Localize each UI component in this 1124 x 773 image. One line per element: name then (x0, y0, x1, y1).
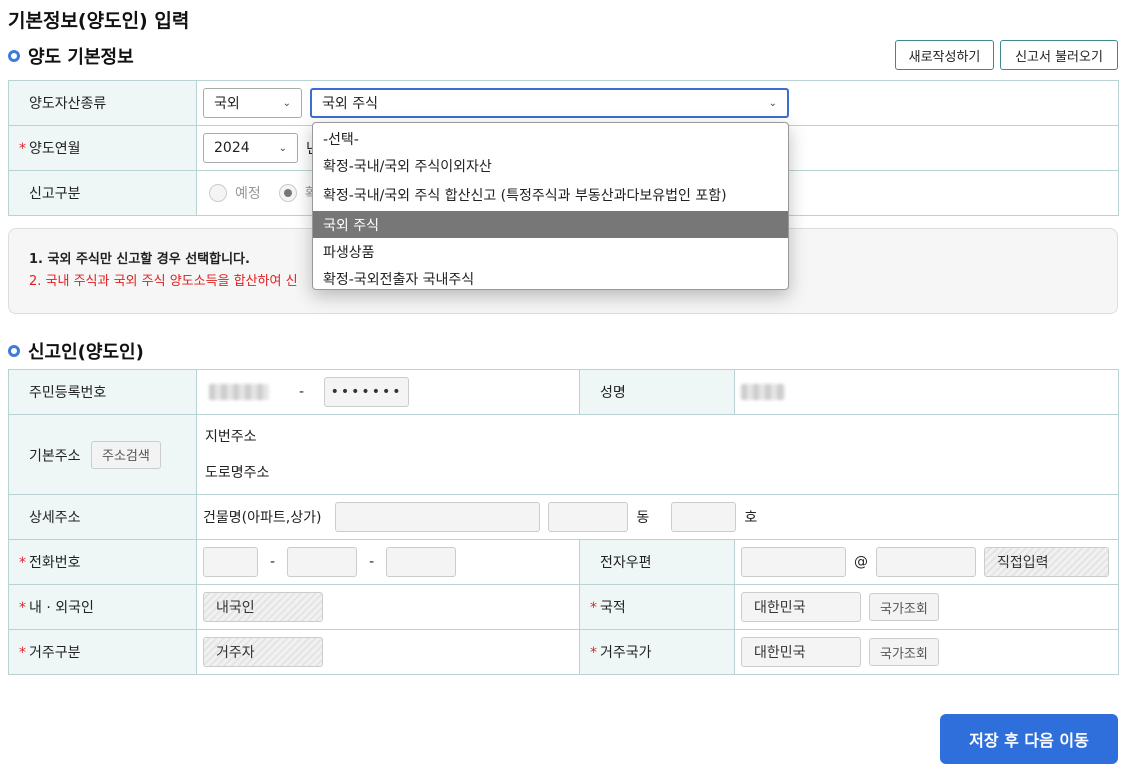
chevron-down-icon: ⌄ (278, 142, 287, 154)
required-mark: * (590, 645, 597, 661)
email-at: @ (854, 554, 868, 570)
nationality-field: 대한민국 (741, 592, 861, 622)
transfer-date-label-text: 양도연월 (29, 141, 81, 157)
ho-input[interactable] (671, 502, 737, 532)
phone-dash: - (369, 554, 375, 570)
dropdown-option[interactable]: 확정-국내/국외 주식이외자산 (313, 152, 788, 179)
section-title-reporter: 신고인(양도인) (8, 338, 144, 364)
required-mark: * (19, 555, 26, 571)
asset-scope-select[interactable]: 국외 ⌄ (203, 88, 302, 118)
nationality-type-label-text: 내 · 외국인 (29, 600, 94, 616)
residence-country-label-text: 거주국가 (600, 645, 652, 661)
name-blurred (741, 384, 785, 400)
nationality-label: * 국적 (579, 584, 735, 630)
email-domain-input[interactable] (876, 547, 976, 577)
residence-country-field: 대한민국 (741, 637, 861, 667)
dropdown-option[interactable]: -선택- (313, 125, 788, 152)
required-mark: * (590, 600, 597, 616)
report-type-label: 신고구분 (8, 170, 197, 216)
year-select[interactable]: 2024 ⌄ (203, 133, 298, 163)
nationality-label-text: 국적 (600, 600, 626, 616)
section-title-text: 양도 기본정보 (28, 47, 134, 68)
phone-dash: - (270, 554, 276, 570)
country-lookup-button[interactable]: 국가조회 (869, 638, 939, 666)
radio-checked-icon (278, 184, 297, 202)
dropdown-option[interactable]: 확정-국내/국외 주식 합산신고 (특정주식과 부동산과다보유법인 포함) (313, 179, 788, 211)
email-domain-select[interactable]: 직접입력 (984, 547, 1109, 577)
radio-preliminary-label: 예정 (235, 186, 261, 202)
rrn-back-masked: ••••••• (324, 377, 410, 407)
asset-type-label: 양도자산종류 (8, 80, 197, 126)
year-value: 2024 (214, 140, 250, 156)
dropdown-option[interactable]: 파생상품 (313, 238, 788, 265)
load-report-button[interactable]: 신고서 불러오기 (1000, 40, 1118, 70)
detail-address-label: 상세주소 (8, 494, 197, 540)
phone-label-text: 전화번호 (29, 555, 81, 571)
rrn-label: 주민등록번호 (8, 369, 197, 415)
road-address-label: 도로명주소 (205, 464, 270, 481)
required-mark: * (19, 141, 26, 157)
asset-kind-select[interactable]: 국외 주식 ⌄ (310, 88, 789, 118)
phone-label: * 전화번호 (8, 539, 197, 585)
notice-line-2-start: 2. 국내 주식과 국외 주식 양도소득을 합산하여 신 (29, 274, 298, 289)
country-lookup-button[interactable]: 국가조회 (869, 593, 939, 621)
phone-part1-input[interactable] (203, 547, 258, 577)
circle-bullet-icon (8, 345, 20, 357)
building-label: 건물명(아파트,상가) (203, 510, 322, 526)
residence-country-label: * 거주국가 (579, 629, 735, 675)
address-search-button[interactable]: 주소검색 (90, 440, 161, 469)
phone-part2-input[interactable] (287, 547, 358, 577)
required-mark: * (19, 600, 26, 616)
lot-address-label: 지번주소 (205, 428, 257, 445)
residence-type-label-text: 거주구분 (29, 645, 81, 661)
required-mark: * (19, 645, 26, 661)
dropdown-option-selected[interactable]: 국외 주식 (313, 211, 788, 238)
radio-preliminary[interactable]: 예정 (209, 183, 261, 203)
rrn-front-blurred (209, 384, 269, 400)
building-input[interactable] (335, 502, 541, 532)
asset-kind-value: 국외 주식 (322, 96, 378, 112)
asset-scope-value: 국외 (214, 96, 240, 112)
email-label: 전자우편 (579, 539, 735, 585)
section-title-transfer-info: 양도 기본정보 (8, 43, 134, 69)
section-title-text: 신고인(양도인) (28, 342, 144, 363)
save-next-button[interactable]: 저장 후 다음 이동 (940, 714, 1118, 764)
address-label: 기본주소 (29, 448, 81, 464)
dong-label: 동 (636, 510, 650, 526)
email-id-input[interactable] (741, 547, 846, 577)
address-label-cell: 기본주소 주소검색 (8, 414, 197, 495)
ho-label: 호 (744, 510, 758, 526)
residence-type-label: * 거주구분 (8, 629, 197, 675)
rrn-dash: - (299, 384, 305, 400)
phone-part3-input[interactable] (386, 547, 457, 577)
reporter-table: 주민등록번호 - ••••••• 성명 기본주소 주소검색 지번주소 도로명주소… (8, 369, 1119, 675)
dropdown-option[interactable]: 확정-국외전출자 국내주식 (313, 265, 788, 292)
dong-input[interactable] (548, 502, 629, 532)
circle-bullet-icon (8, 50, 20, 62)
residence-type-field: 거주자 (203, 637, 323, 667)
chevron-down-icon: ⌄ (282, 97, 291, 109)
transfer-date-label: * 양도연월 (8, 125, 197, 171)
nationality-type-label: * 내 · 외국인 (8, 584, 197, 630)
name-label: 성명 (579, 369, 735, 415)
page-title: 기본정보(양도인) 입력 (8, 10, 190, 32)
asset-kind-dropdown: -선택- 확정-국내/국외 주식이외자산 확정-국내/국외 주식 합산신고 (특… (312, 122, 789, 290)
radio-circle-icon (209, 184, 227, 202)
new-write-button[interactable]: 새로작성하기 (895, 40, 994, 70)
nationality-type-field: 내국인 (203, 592, 323, 622)
chevron-down-icon: ⌄ (768, 97, 777, 109)
